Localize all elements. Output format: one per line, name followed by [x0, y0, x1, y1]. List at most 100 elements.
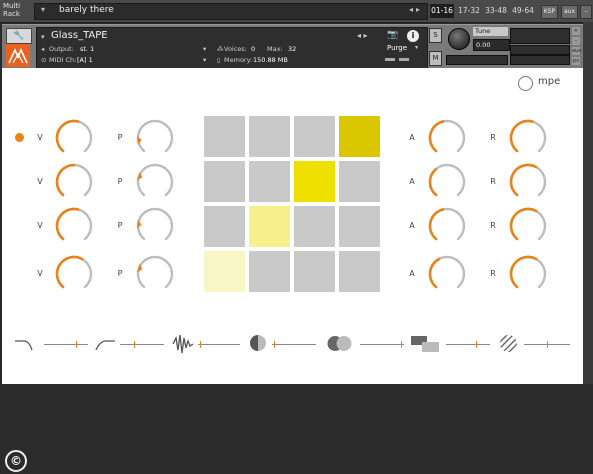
- pitch-knob-3[interactable]: [133, 204, 177, 248]
- pad-r4-c1[interactable]: [204, 251, 245, 292]
- distortion-slider[interactable]: [198, 344, 240, 345]
- pad-r3-c1[interactable]: [204, 206, 245, 247]
- half-moon-icon[interactable]: [249, 334, 267, 352]
- pitch-knob-4[interactable]: [133, 252, 177, 296]
- highpass-slider[interactable]: [120, 344, 164, 345]
- waveform-icon[interactable]: [172, 332, 194, 356]
- pad-r2-c4[interactable]: [339, 161, 380, 202]
- voices-value: 0: [251, 45, 256, 53]
- volume-meter-mid: [510, 45, 570, 55]
- highpass-filter-icon[interactable]: [92, 337, 116, 353]
- rack-menu-arrow-icon[interactable]: ▾: [41, 5, 45, 14]
- pitch-knob-label: P: [117, 133, 123, 142]
- info-icon[interactable]: i: [407, 30, 419, 42]
- knob-track: [136, 119, 174, 153]
- chorus-slider[interactable]: [360, 344, 404, 345]
- tune-knob[interactable]: [448, 28, 470, 50]
- velocity-knob-2[interactable]: [52, 160, 96, 204]
- pad-r1-c2[interactable]: [249, 116, 290, 157]
- release-knob-4[interactable]: [506, 252, 550, 296]
- max-value[interactable]: 32: [288, 45, 296, 53]
- aux-button[interactable]: aux: [561, 5, 578, 19]
- rack-name-field[interactable]: ▾ barely there ◂▸: [34, 3, 428, 20]
- mpe-toggle[interactable]: [518, 76, 533, 91]
- release-knob-2[interactable]: [506, 160, 550, 204]
- lowpass-slider-handle[interactable]: [76, 341, 77, 348]
- highpass-slider-handle[interactable]: [134, 341, 135, 348]
- pad-r4-c4[interactable]: [339, 251, 380, 292]
- chorus-slider-handle[interactable]: [401, 341, 402, 348]
- pad-r2-c1[interactable]: [204, 161, 245, 202]
- purge-dropdown-icon[interactable]: ▾: [415, 44, 418, 51]
- knob-track: [136, 255, 174, 289]
- pad-r3-c3[interactable]: [294, 206, 335, 247]
- attack-knob-4[interactable]: [425, 252, 469, 296]
- saturation-slider[interactable]: [272, 344, 316, 345]
- page-tab-17-32[interactable]: 17-32: [457, 4, 481, 18]
- page-tab-01-16[interactable]: 01-16: [430, 4, 454, 18]
- pitch-knob-2[interactable]: [133, 160, 177, 204]
- lowpass-filter-icon[interactable]: [14, 337, 38, 353]
- overlap-circles-icon[interactable]: [326, 335, 354, 352]
- output-value[interactable]: st. 1: [80, 45, 94, 53]
- page-tab-49-64[interactable]: 49-64: [511, 4, 535, 18]
- instrument-menu-arrow-icon[interactable]: ▾: [41, 33, 45, 41]
- volume-slider[interactable]: [510, 55, 570, 65]
- purge-button[interactable]: Purge: [387, 44, 407, 52]
- output-label: Output:: [49, 45, 74, 53]
- mute-button[interactable]: M: [429, 51, 442, 66]
- pitch-knob-label: P: [117, 269, 123, 278]
- knob-track: [136, 207, 174, 241]
- release-knob-3[interactable]: [506, 204, 550, 248]
- pad-r4-c2[interactable]: [249, 251, 290, 292]
- collapse-icon[interactable]: –: [572, 37, 580, 45]
- close-icon[interactable]: ✕: [572, 27, 580, 35]
- pad-r3-c4[interactable]: [339, 206, 380, 247]
- attack-knob-1[interactable]: [425, 116, 469, 160]
- delay-slider[interactable]: [446, 344, 490, 345]
- rack-nav-arrows-icon[interactable]: ◂▸: [409, 5, 423, 14]
- pad-r3-c2[interactable]: [249, 206, 290, 247]
- knob-track: [136, 163, 174, 197]
- wrench-icon[interactable]: 🔧: [6, 28, 32, 44]
- page-tab-33-48[interactable]: 33-48: [484, 4, 508, 18]
- pad-r4-c3[interactable]: [294, 251, 335, 292]
- delay-slider-handle[interactable]: [476, 341, 477, 348]
- midi-value[interactable]: [A] 1: [77, 56, 93, 64]
- output-arrow-icon: ◂: [41, 45, 45, 53]
- pad-r2-c3[interactable]: [294, 161, 335, 202]
- velocity-knob-4[interactable]: [52, 252, 96, 296]
- pad-r1-c3[interactable]: [294, 116, 335, 157]
- ksp-button[interactable]: KSP: [541, 5, 558, 19]
- striped-circle-icon[interactable]: [499, 334, 518, 353]
- knob-value-arc: [509, 163, 538, 197]
- aux-mini-button[interactable]: aux: [572, 47, 581, 55]
- pad-r1-c1[interactable]: [204, 116, 245, 157]
- velocity-knob-3[interactable]: [52, 204, 96, 248]
- release-knob-1[interactable]: [506, 116, 550, 160]
- velocity-knob-1[interactable]: [52, 116, 96, 160]
- attack-knob-label: A: [409, 269, 415, 278]
- pan-slider[interactable]: [446, 55, 508, 65]
- tune-value[interactable]: 0.00: [473, 39, 510, 51]
- output-dropdown-icon[interactable]: ▾: [203, 45, 206, 53]
- reverb-slider-handle[interactable]: [547, 341, 548, 348]
- attack-knob-3[interactable]: [425, 204, 469, 248]
- instrument-nav-arrows-icon[interactable]: ◂ ▸: [357, 31, 368, 40]
- pv-mini-button[interactable]: pv: [572, 57, 580, 65]
- saturation-slider-handle[interactable]: [274, 341, 275, 348]
- lowpass-slider[interactable]: [44, 344, 88, 345]
- knob-value-arc: [428, 257, 441, 289]
- pad-r1-c4[interactable]: [339, 116, 380, 157]
- rack-name-text[interactable]: barely there: [59, 5, 114, 15]
- pad-r2-c2[interactable]: [249, 161, 290, 202]
- camera-icon[interactable]: 📷: [387, 30, 398, 40]
- stacked-rectangles-icon[interactable]: [410, 335, 440, 353]
- distortion-slider-handle[interactable]: [200, 341, 201, 348]
- midi-dropdown-icon[interactable]: ▾: [203, 56, 206, 64]
- minimize-button[interactable]: –: [580, 5, 592, 19]
- solo-button[interactable]: S: [429, 28, 442, 43]
- instrument-name[interactable]: Glass_TAPE: [51, 30, 108, 41]
- attack-knob-2[interactable]: [425, 160, 469, 204]
- pitch-knob-1[interactable]: [133, 116, 177, 160]
